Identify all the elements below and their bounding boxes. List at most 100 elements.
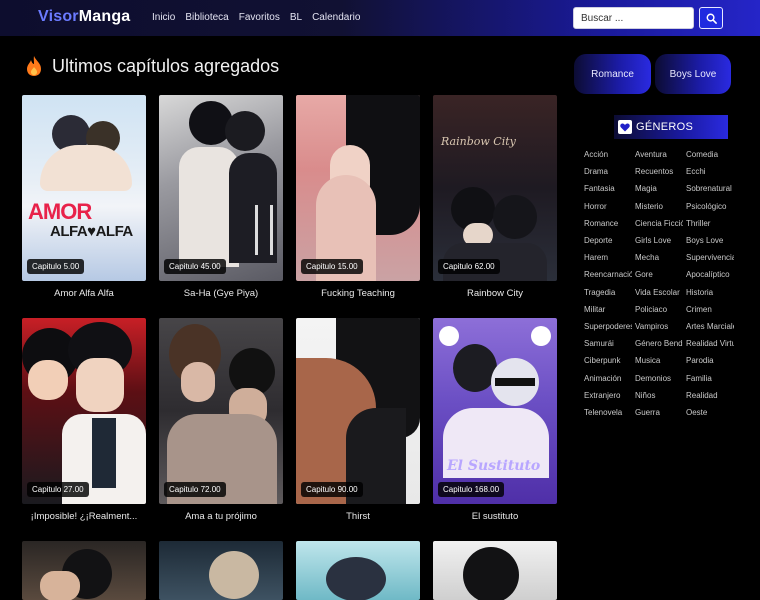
site-logo[interactable]: VisorManga — [38, 8, 130, 26]
manga-cover[interactable]: Capitulo 27.00 — [22, 318, 146, 504]
genre-link[interactable]: Extranjero — [584, 391, 632, 400]
genre-link[interactable]: Ciencia Ficción — [635, 219, 683, 228]
genre-link[interactable]: Supervivencia — [686, 253, 734, 262]
manga-card[interactable]: Capitulo 90.00 Thirst — [296, 318, 420, 522]
genre-link[interactable]: Militar — [584, 305, 632, 314]
genre-link[interactable]: Romance — [584, 219, 632, 228]
genre-link[interactable]: Artes Marciales — [686, 322, 734, 331]
genre-link[interactable]: Tragedia — [584, 288, 632, 297]
genre-link[interactable]: Historia — [686, 288, 734, 297]
pill-romance[interactable]: Romance — [574, 54, 651, 94]
manga-cover[interactable] — [22, 541, 146, 600]
chapter-badge: Capitulo 15.00 — [301, 259, 363, 274]
chapter-badge: Capitulo 27.00 — [27, 482, 89, 497]
genre-link[interactable]: Magia — [635, 184, 683, 193]
genre-link[interactable]: Ecchi — [686, 167, 734, 176]
genre-link[interactable]: Policiaco — [635, 305, 683, 314]
genre-link[interactable]: Samurái — [584, 339, 632, 348]
genre-link[interactable]: Horror — [584, 202, 632, 211]
manga-cover[interactable]: Capitulo 72.00 — [159, 318, 283, 504]
manga-card[interactable]: Rainbow City Capitulo 62.00 Rainbow City — [433, 95, 557, 299]
genre-link[interactable]: Guerra — [635, 408, 683, 417]
genre-link[interactable]: Gore — [635, 270, 683, 279]
search-button[interactable] — [699, 7, 723, 29]
manga-cover[interactable] — [433, 541, 557, 600]
genre-link[interactable]: Demonios — [635, 374, 683, 383]
section-title: Ultimos capítulos agregados — [52, 55, 280, 76]
genre-link[interactable]: Familia — [686, 374, 734, 383]
manga-title[interactable]: Rainbow City — [433, 288, 557, 299]
nav-calendario[interactable]: Calendario — [312, 12, 360, 23]
genre-link[interactable]: Girls Love — [635, 236, 683, 245]
genre-link[interactable]: Género Bender — [635, 339, 683, 348]
manga-card[interactable]: Capitulo 45.00 Sa-Ha (Gye Piya) — [159, 95, 283, 299]
genre-link[interactable]: Crimen — [686, 305, 734, 314]
manga-title[interactable]: ¡Imposible! ¿¡Realment... — [22, 511, 146, 522]
manga-card[interactable] — [296, 541, 420, 600]
genre-link[interactable]: Misterio — [635, 202, 683, 211]
genre-link[interactable]: Boys Love — [686, 236, 734, 245]
manga-cover[interactable]: Capitulo 90.00 — [296, 318, 420, 504]
manga-title[interactable]: Ama a tu prójimo — [159, 511, 283, 522]
manga-cover[interactable]: Capitulo 15.00 — [296, 95, 420, 281]
genre-link[interactable]: Niños — [635, 391, 683, 400]
manga-cover[interactable] — [296, 541, 420, 600]
genre-link[interactable]: Vida Escolar — [635, 288, 683, 297]
manga-card[interactable]: Capitulo 27.00 ¡Imposible! ¿¡Realment... — [22, 318, 146, 522]
manga-card[interactable] — [433, 541, 557, 600]
genre-link[interactable]: Realidad — [686, 391, 734, 400]
genre-link[interactable]: Realidad Virtual — [686, 339, 734, 348]
manga-card[interactable]: El Sustituto Capitulo 168.00 El sustitut… — [433, 318, 557, 522]
manga-card[interactable] — [22, 541, 146, 600]
chapter-badge: Capitulo 168.00 — [438, 482, 505, 497]
manga-cover[interactable]: AMOR ALFA♥ALFA Capitulo 5.00 — [22, 95, 146, 281]
nav-inicio[interactable]: Inicio — [152, 12, 175, 23]
manga-title[interactable]: Thirst — [296, 511, 420, 522]
genre-link[interactable]: Psicológico — [686, 202, 734, 211]
main-nav: Inicio Biblioteca Favoritos BL Calendari… — [152, 12, 370, 23]
genre-link[interactable]: Musica — [635, 356, 683, 365]
genre-link[interactable]: Acción — [584, 150, 632, 159]
search-input[interactable] — [573, 7, 694, 29]
manga-cover[interactable]: Rainbow City Capitulo 62.00 — [433, 95, 557, 281]
chapter-badge: Capitulo 90.00 — [301, 482, 363, 497]
genre-link[interactable]: Recuentos — [635, 167, 683, 176]
genre-link[interactable]: Fantasia — [584, 184, 632, 193]
genre-link[interactable]: Superpoderes — [584, 322, 632, 331]
manga-cover[interactable]: Capitulo 45.00 — [159, 95, 283, 281]
chapter-badge: Capitulo 62.00 — [438, 259, 500, 274]
genre-link[interactable]: Aventura — [635, 150, 683, 159]
genre-link[interactable]: Apocalíptico — [686, 270, 734, 279]
genre-link[interactable]: Oeste — [686, 408, 734, 417]
genre-link[interactable]: Comedia — [686, 150, 734, 159]
genre-link[interactable]: Sobrenatural — [686, 184, 734, 193]
nav-favoritos[interactable]: Favoritos — [239, 12, 280, 23]
nav-bl[interactable]: BL — [290, 12, 302, 23]
genre-link[interactable]: Parodia — [686, 356, 734, 365]
manga-card[interactable]: Capitulo 72.00 Ama a tu prójimo — [159, 318, 283, 522]
manga-card[interactable]: AMOR ALFA♥ALFA Capitulo 5.00 Amor Alfa A… — [22, 95, 146, 299]
manga-card[interactable] — [159, 541, 283, 600]
manga-title[interactable]: Sa-Ha (Gye Piya) — [159, 288, 283, 299]
manga-title[interactable]: El sustituto — [433, 511, 557, 522]
genre-link[interactable]: Ciberpunk — [584, 356, 632, 365]
genre-link[interactable]: Drama — [584, 167, 632, 176]
genre-link[interactable]: Vampiros — [635, 322, 683, 331]
manga-card[interactable]: Capitulo 15.00 Fucking Teaching — [296, 95, 420, 299]
chapter-badge: Capitulo 5.00 — [27, 259, 85, 274]
genre-link[interactable]: Harem — [584, 253, 632, 262]
pill-boys-love[interactable]: Boys Love — [655, 54, 731, 94]
genres-title: GÉNEROS — [636, 121, 694, 133]
genre-link[interactable]: Thriller — [686, 219, 734, 228]
manga-title[interactable]: Fucking Teaching — [296, 288, 420, 299]
manga-title[interactable]: Amor Alfa Alfa — [22, 288, 146, 299]
genre-link[interactable]: Reencarnación — [584, 270, 632, 279]
manga-cover[interactable] — [159, 541, 283, 600]
genre-link[interactable]: Mecha — [635, 253, 683, 262]
genre-link[interactable]: Telenovela — [584, 408, 632, 417]
manga-cover[interactable]: El Sustituto Capitulo 168.00 — [433, 318, 557, 504]
genre-link[interactable]: Deporte — [584, 236, 632, 245]
nav-biblioteca[interactable]: Biblioteca — [185, 12, 228, 23]
cover-title-amor: AMOR — [28, 199, 92, 224]
genre-link[interactable]: Animación — [584, 374, 632, 383]
